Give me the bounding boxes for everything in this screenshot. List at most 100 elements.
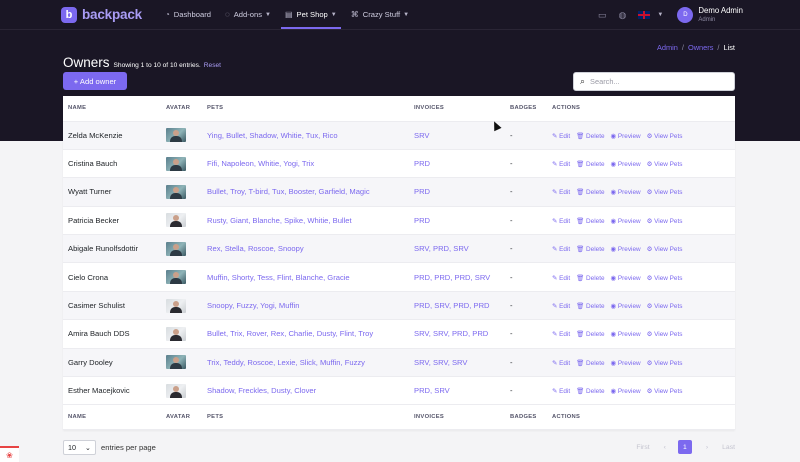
view-pets-button[interactable]: ⚙ View Pets — [647, 133, 683, 140]
preview-button[interactable]: ◉ Preview — [611, 133, 641, 140]
preview-button[interactable]: ◉ Preview — [611, 218, 641, 225]
breadcrumb-current: List — [723, 43, 735, 52]
delete-button[interactable]: 🗑︎ Delete — [576, 161, 604, 168]
brand[interactable]: b backpack — [61, 6, 142, 23]
edit-button[interactable]: ✎ Edit — [552, 360, 570, 367]
add-owner-button[interactable]: + Add owner — [63, 72, 127, 90]
delete-button[interactable]: 🗑︎ Delete — [576, 133, 604, 140]
edit-button[interactable]: ✎ Edit — [552, 331, 570, 338]
invoices-list[interactable]: PRD — [414, 149, 510, 179]
view-pets-button[interactable]: ⚙ View Pets — [647, 275, 683, 282]
preview-button[interactable]: ◉ Preview — [611, 275, 641, 282]
preview-button[interactable]: ◉ Preview — [611, 388, 641, 395]
owner-name: Casimer Schulist — [63, 291, 166, 321]
view-pets-button[interactable]: ⚙ View Pets — [647, 161, 683, 168]
view-pets-button[interactable]: ⚙ View Pets — [647, 360, 683, 367]
avatar[interactable] — [166, 156, 186, 171]
preview-button[interactable]: ◉ Preview — [611, 360, 641, 367]
avatar[interactable] — [166, 128, 186, 143]
table-footer-row: NAME AVATAR PETS INVOICES BADGES ACTIONS — [63, 404, 735, 431]
monitor-icon[interactable]: ▭ — [598, 10, 607, 21]
avatar[interactable] — [166, 213, 186, 228]
pets-list[interactable]: Ying, Bullet, Shadow, Whitie, Tux, Rico — [207, 121, 414, 150]
view-pets-button[interactable]: ⚙ View Pets — [647, 331, 683, 338]
delete-button[interactable]: 🗑︎ Delete — [576, 388, 604, 395]
pets-list[interactable]: Snoopy, Fuzzy, Yogi, Muffin — [207, 291, 414, 321]
per-page-select[interactable]: 10 ⌄ — [63, 439, 96, 455]
pets-list[interactable]: Bullet, Trix, Rover, Rex, Charlie, Dusty… — [207, 319, 414, 349]
edit-button[interactable]: ✎ Edit — [552, 275, 570, 282]
edit-button[interactable]: ✎ Edit — [552, 303, 570, 310]
delete-button[interactable]: 🗑︎ Delete — [576, 189, 604, 196]
page-current[interactable]: 1 — [677, 440, 692, 454]
col-name-header[interactable]: NAME — [63, 96, 166, 122]
avatar[interactable] — [166, 270, 186, 285]
pets-list[interactable]: Trix, Teddy, Roscoe, Lexie, Slick, Muffi… — [207, 348, 414, 378]
page-first[interactable]: First — [636, 444, 649, 451]
edit-button[interactable]: ✎ Edit — [552, 161, 570, 168]
user-avatar[interactable]: D — [677, 7, 694, 23]
preview-button[interactable]: ◉ Preview — [611, 161, 641, 168]
page-last[interactable]: Last — [722, 444, 735, 451]
pets-list[interactable]: Shadow, Freckles, Dusty, Clover — [207, 376, 414, 406]
pets-list[interactable]: Rusty, Giant, Blanche, Spike, Whitie, Bu… — [207, 206, 414, 236]
reset-link[interactable]: Reset — [204, 62, 221, 69]
invoices-list[interactable]: SRV, SRV, SRV — [414, 348, 510, 378]
invoices-list[interactable]: PRD, SRV — [414, 376, 510, 406]
invoices-list[interactable]: SRV, SRV, PRD, PRD — [414, 319, 510, 349]
invoices-list[interactable]: PRD — [414, 177, 510, 207]
chevron-down-icon[interactable]: ▼ — [657, 12, 663, 18]
edit-button[interactable]: ✎ Edit — [552, 388, 570, 395]
page-prev[interactable]: ‹ — [664, 444, 666, 451]
avatar[interactable] — [166, 241, 186, 256]
delete-button[interactable]: 🗑︎ Delete — [576, 218, 604, 225]
preview-button[interactable]: ◉ Preview — [611, 331, 641, 338]
preview-button[interactable]: ◉ Preview — [611, 303, 641, 310]
view-pets-button[interactable]: ⚙ View Pets — [647, 189, 683, 196]
avatar[interactable] — [166, 298, 186, 313]
pets-list[interactable]: Rex, Stella, Roscoe, Snoopy — [207, 234, 414, 264]
delete-button[interactable]: 🗑︎ Delete — [576, 275, 604, 282]
view-pets-button[interactable]: ⚙ View Pets — [647, 218, 683, 225]
invoices-list[interactable]: SRV, PRD, SRV — [414, 234, 510, 264]
actions-cell: ✎ Edit 🗑︎ Delete ◉ Preview ⚙ View Pets — [552, 206, 735, 236]
page-next[interactable]: › — [706, 444, 708, 451]
nav-item-add-ons[interactable]: ◌ Add-ons ▼ — [218, 0, 278, 30]
avatar[interactable] — [166, 355, 186, 370]
delete-button[interactable]: 🗑︎ Delete — [576, 246, 604, 253]
search-input[interactable] — [590, 77, 721, 86]
dashboard-icon: ◔ — [164, 10, 170, 19]
avatar[interactable] — [166, 326, 186, 341]
delete-button[interactable]: 🗑︎ Delete — [576, 303, 604, 310]
nav-item-dashboard[interactable]: ◔ Dashboard — [158, 0, 218, 30]
pets-list[interactable]: Fifi, Napoleon, Whitie, Yogi, Trix — [207, 149, 414, 179]
table-row: Cristina Bauch Fifi, Napoleon, Whitie, Yo… — [63, 149, 735, 179]
pets-list[interactable]: Bullet, Troy, T-bird, Tux, Booster, Garf… — [207, 177, 414, 207]
preview-button[interactable]: ◉ Preview — [611, 189, 641, 196]
invoices-list[interactable]: PRD, PRD, PRD, SRV — [414, 262, 510, 292]
pets-list[interactable]: Muffin, Shorty, Tess, Flint, Blanche, Gr… — [207, 262, 414, 292]
edit-button[interactable]: ✎ Edit — [552, 189, 570, 196]
view-pets-button[interactable]: ⚙ View Pets — [647, 246, 683, 253]
view-pets-button[interactable]: ⚙ View Pets — [647, 303, 683, 310]
user-menu[interactable]: Demo Admin Admin — [698, 7, 743, 23]
breadcrumb-admin[interactable]: Admin — [657, 43, 678, 52]
nav-item-crazy-stuff[interactable]: ⌘ Crazy Stuff ▼ — [344, 0, 416, 30]
breadcrumb-owners[interactable]: Owners — [688, 43, 713, 52]
delete-button[interactable]: 🗑︎ Delete — [576, 331, 604, 338]
invoices-list[interactable]: PRD — [414, 206, 510, 236]
pagination: First ‹ 1 › Last — [622, 438, 735, 456]
debugbar-icon[interactable]: ❀ — [0, 446, 19, 462]
edit-button[interactable]: ✎ Edit — [552, 246, 570, 253]
invoices-list[interactable]: PRD, SRV, PRD, PRD — [414, 291, 510, 321]
view-pets-button[interactable]: ⚙ View Pets — [647, 388, 683, 395]
avatar[interactable] — [166, 184, 186, 199]
preview-button[interactable]: ◉ Preview — [611, 246, 641, 253]
edit-button[interactable]: ✎ Edit — [552, 218, 570, 225]
theme-icon[interactable]: ◍ — [619, 10, 627, 21]
delete-button[interactable]: 🗑︎ Delete — [576, 360, 604, 367]
edit-button[interactable]: ✎ Edit — [552, 133, 570, 140]
uk-flag-icon[interactable] — [638, 11, 651, 19]
avatar[interactable] — [166, 383, 186, 398]
nav-item-pet-shop[interactable]: ▤ Pet Shop ▼ — [278, 0, 344, 30]
